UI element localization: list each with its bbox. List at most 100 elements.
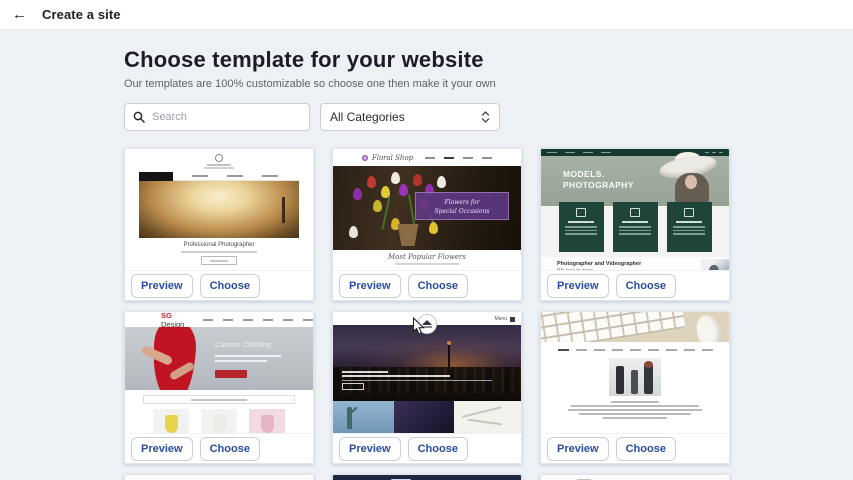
thumb-hero-title: Custom Clothing	[215, 342, 271, 349]
card-actions: Preview Choose	[541, 270, 729, 300]
search-input-wrapper	[124, 103, 310, 131]
template-card-partial-kpc: KPC	[540, 474, 730, 480]
preview-button[interactable]: Preview	[547, 274, 609, 298]
template-thumbnail-city-blog[interactable]: Menu	[333, 312, 521, 433]
hero-overlay-line1: Flowers for	[416, 198, 508, 207]
template-card-city-blog: Menu Previ	[332, 311, 522, 464]
template-card-floral-shop: Floral Shop	[332, 148, 522, 301]
template-thumbnail-photographer[interactable]: Professional Photographer	[125, 149, 313, 270]
feature-boxes	[541, 202, 729, 252]
tower-spire	[448, 341, 450, 367]
thumb-hero-button	[342, 383, 364, 390]
template-thumbnail-business[interactable]	[541, 312, 729, 433]
choose-button[interactable]: Choose	[408, 437, 468, 461]
card-actions: Preview Choose	[333, 270, 521, 300]
preview-button[interactable]: Preview	[547, 437, 609, 461]
thumb-body-image	[701, 259, 729, 270]
thumb-logo-text: Floral Shop	[372, 154, 413, 162]
search-icon	[133, 111, 145, 123]
hamburger-menu-icon	[510, 317, 515, 322]
template-thumbnail-partial-1[interactable]	[125, 475, 313, 480]
template-thumbnail-floral-shop[interactable]: Floral Shop	[333, 149, 521, 270]
choose-button[interactable]: Choose	[200, 274, 260, 298]
keyboard-banner	[541, 312, 729, 342]
card-actions: Preview Choose	[541, 433, 729, 463]
preview-button[interactable]: Preview	[339, 274, 401, 298]
thumb-hero-photo	[333, 325, 521, 401]
thumb-nav	[203, 319, 313, 321]
thumb-hero-button	[215, 370, 247, 378]
preview-button[interactable]: Preview	[339, 437, 401, 461]
thumb-logo-mark	[215, 154, 223, 162]
night-sky-image	[394, 401, 455, 433]
thumb-logo-text-placeholder	[207, 164, 231, 166]
office-meeting-image	[609, 358, 661, 396]
thumb-hero-photo: Flowers for Special Occasions	[333, 166, 521, 250]
camera-icon	[576, 208, 586, 217]
thumb-section-title: Most Popular Flowers	[333, 253, 521, 261]
back-arrow-icon[interactable]: ←	[12, 6, 32, 23]
search-input[interactable]	[152, 111, 301, 123]
thumb-nav	[139, 172, 299, 181]
template-thumbnail-partial-2[interactable]	[333, 475, 521, 480]
preview-button[interactable]: Preview	[131, 274, 193, 298]
thumb-section-title-bar	[143, 395, 295, 404]
card-actions: Preview Choose	[333, 433, 521, 463]
card-actions: Preview Choose	[125, 270, 313, 300]
floral-top	[261, 415, 274, 433]
product-tile	[153, 409, 189, 433]
top-bar: ← Create a site	[0, 0, 853, 30]
thumb-text-placeholder	[181, 251, 257, 253]
thumb-nav	[425, 157, 492, 159]
thumb-hero: MODELS. PHOTOGRAPHY	[541, 156, 729, 206]
flower-logo-icon	[362, 155, 368, 161]
thumb-nav-active-tab	[139, 172, 173, 181]
menu-label: Menu	[494, 316, 507, 322]
sketch-image	[454, 401, 521, 433]
video-icon	[684, 208, 694, 217]
hero-overlay-box: Flowers for Special Occasions	[415, 192, 509, 220]
menu-control: Menu	[494, 316, 515, 322]
choose-button[interactable]: Choose	[200, 437, 260, 461]
thumb-header: Floral Shop	[333, 149, 521, 166]
yellow-dress	[165, 415, 178, 433]
template-card-models-photography: MODELS. PHOTOGRAPHY	[540, 148, 730, 301]
feature-box	[559, 202, 604, 252]
choose-button[interactable]: Choose	[408, 274, 468, 298]
feature-box	[613, 202, 658, 252]
thumb-body: Photographer and Videographer We love to…	[541, 257, 729, 270]
content-area: Choose template for your website Our tem…	[0, 30, 853, 480]
chevron-updown-icon	[481, 110, 490, 124]
template-thumbnail-models-photography[interactable]: MODELS. PHOTOGRAPHY	[541, 149, 729, 270]
card-actions: Preview Choose	[125, 433, 313, 463]
computer-mouse	[693, 312, 725, 342]
thumb-text-placeholder	[395, 263, 459, 265]
template-card-partial-1	[124, 474, 314, 480]
thumb-header: Menu	[333, 312, 521, 325]
template-card-sg-design: SG Design Custom Clothing	[124, 311, 314, 464]
template-card-photographer: Professional Photographer Preview Choose	[124, 148, 314, 301]
thumb-button	[201, 256, 237, 265]
template-thumbnail-sg-design[interactable]: SG Design Custom Clothing	[125, 312, 313, 433]
category-dropdown[interactable]: All Categories	[320, 103, 500, 131]
heading: Choose template for your website	[124, 47, 853, 73]
category-dropdown-value: All Categories	[330, 110, 405, 124]
thumb-header: SG Design	[125, 312, 313, 327]
subheading: Our templates are 100% customizable so c…	[124, 78, 853, 90]
photo-icon	[630, 208, 640, 217]
fence-post	[282, 197, 285, 223]
feature-box	[667, 202, 712, 252]
statue-of-liberty-image	[333, 401, 394, 433]
choose-button[interactable]: Choose	[616, 437, 676, 461]
template-thumbnail-partial-kpc[interactable]: KPC	[541, 475, 729, 480]
thumb-logo-text-placeholder	[204, 167, 234, 169]
filter-bar: All Categories	[124, 103, 853, 131]
product-gallery	[125, 409, 313, 433]
thumb-hero: Custom Clothing	[125, 327, 313, 390]
thumb-nav	[541, 349, 729, 351]
model-face	[685, 175, 697, 189]
hero-overlay-line2: Special Occasions	[416, 207, 508, 216]
preview-button[interactable]: Preview	[131, 437, 193, 461]
thumb-hero-photo	[139, 181, 299, 238]
choose-button[interactable]: Choose	[616, 274, 676, 298]
